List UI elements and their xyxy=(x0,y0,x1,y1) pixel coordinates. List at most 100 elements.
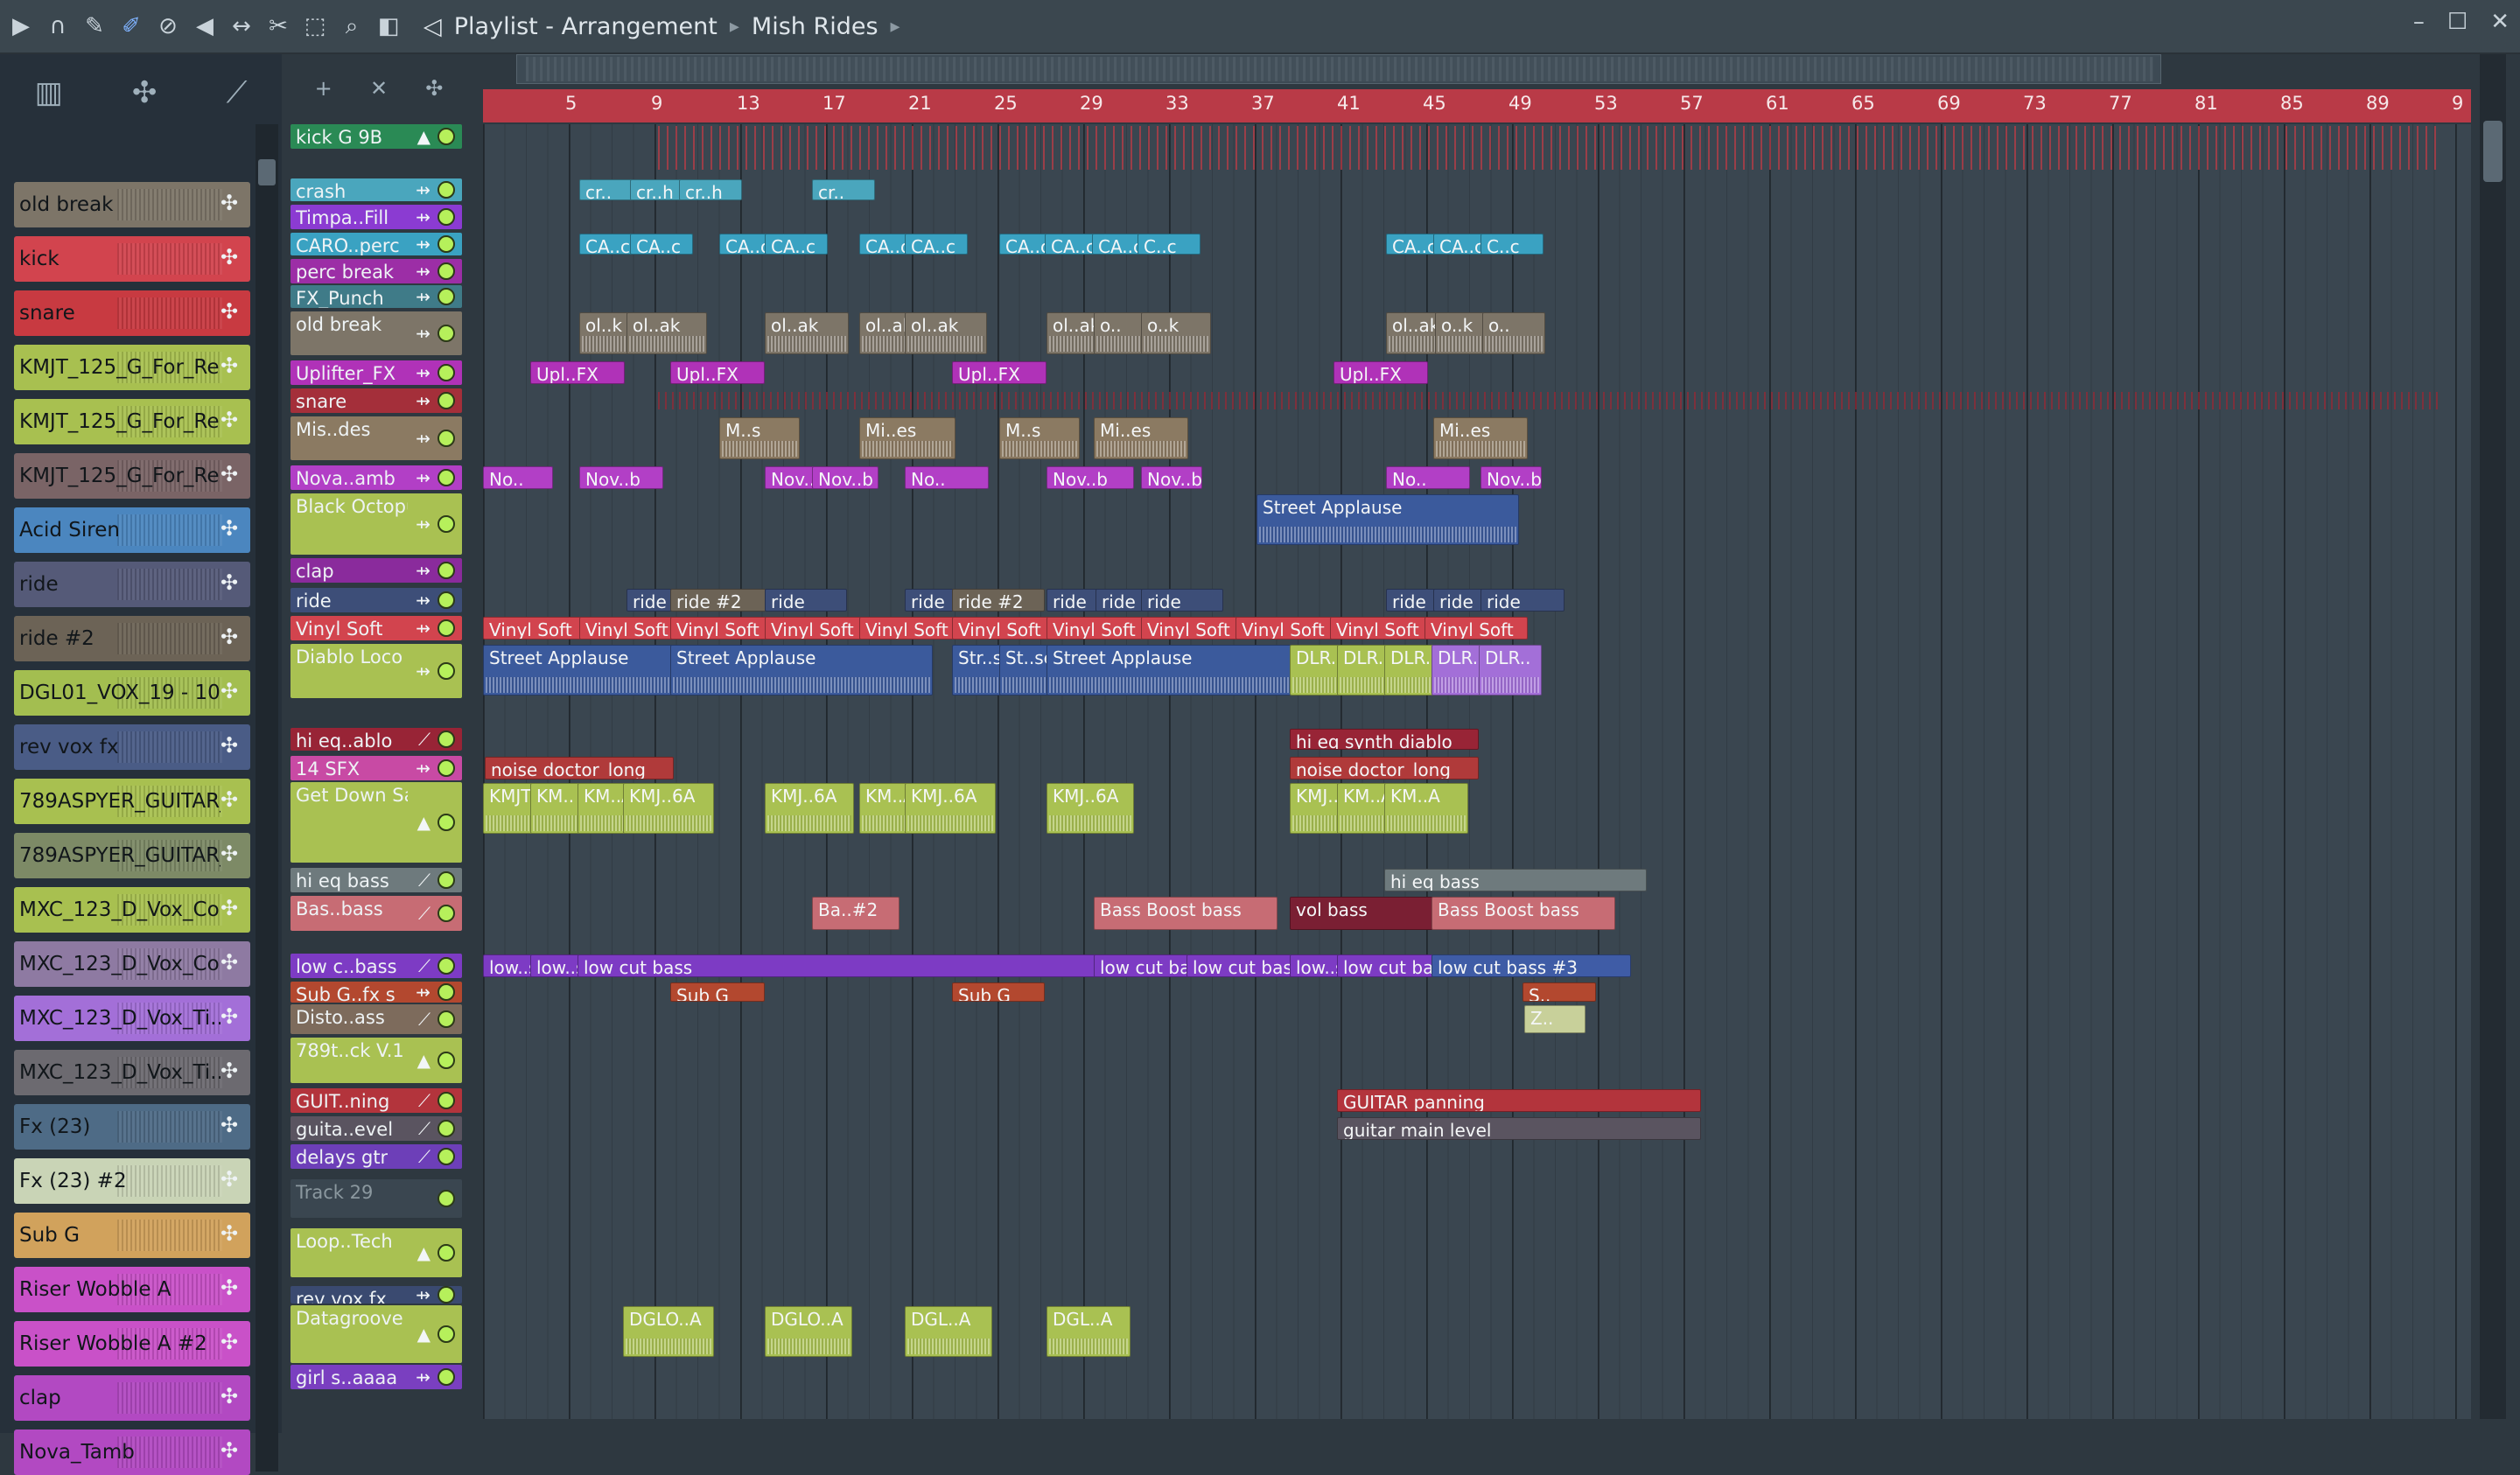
playlist-clip[interactable]: Sub G xyxy=(670,982,765,1002)
track-header[interactable]: CARO..perc ⇸ xyxy=(290,233,462,255)
playlist-clip[interactable]: Nov..b xyxy=(812,466,878,489)
playlist-clip[interactable]: DGLO..A xyxy=(623,1306,714,1357)
drag-handle-icon[interactable]: ✣ xyxy=(220,950,245,975)
track-header[interactable]: perc break ⇸ xyxy=(290,259,462,283)
track-header[interactable]: FX_Punch ⇸ xyxy=(290,285,462,308)
playlist-clip[interactable]: DGLO..A xyxy=(765,1306,852,1357)
arrangement-overview[interactable] xyxy=(516,54,2161,84)
track-header[interactable]: hi eq..ablo ⟋ xyxy=(290,728,462,751)
track-type-icon[interactable]: ⇸ xyxy=(416,661,430,682)
playlist-clip[interactable]: C..c xyxy=(1138,234,1200,255)
picker-item[interactable]: kick ✣ xyxy=(14,236,250,282)
track-header[interactable]: delays gtr ⟋ xyxy=(290,1144,462,1169)
track-type-icon[interactable]: ⇸ xyxy=(416,982,430,1003)
track-header[interactable]: Uplifter_FX ⇸ xyxy=(290,360,462,385)
drag-handle-icon[interactable]: ✣ xyxy=(220,516,245,541)
playlist-clip[interactable]: ol..ak xyxy=(765,312,849,354)
track-type-icon[interactable]: ⟋ xyxy=(418,955,430,976)
piano-icon[interactable]: ▥ xyxy=(35,75,63,110)
playlist-clip[interactable]: M..s xyxy=(999,417,1080,459)
picker-scrollbar[interactable] xyxy=(256,124,278,1472)
track-mute-toggle[interactable] xyxy=(438,1092,455,1109)
picker-item[interactable]: Fx (23) #2 ✣ xyxy=(14,1158,250,1204)
playlist-clip[interactable]: Nov..b xyxy=(579,466,663,489)
drag-handle-icon[interactable]: ✣ xyxy=(220,299,245,324)
maximize-button[interactable]: ☐ xyxy=(2447,9,2468,35)
track-header[interactable]: Track 29 xyxy=(290,1179,462,1218)
playlist-clip[interactable]: No.. xyxy=(483,466,553,489)
playlist-clip[interactable]: Nov..b xyxy=(1141,466,1202,489)
track-type-icon[interactable]: ⇸ xyxy=(416,286,430,307)
playlist-clip[interactable]: low cut bass xyxy=(578,954,1097,977)
playlist-clip[interactable]: o.. xyxy=(1482,312,1545,354)
playlist-clip[interactable]: KMJ..6A xyxy=(905,783,996,834)
picker-item[interactable]: clap ✣ xyxy=(14,1375,250,1421)
track-mute-toggle[interactable] xyxy=(438,128,455,145)
slice-icon[interactable]: ✂ xyxy=(262,10,294,42)
picker-item[interactable]: rev vox fx ✣ xyxy=(14,724,250,770)
drag-handle-icon[interactable]: ✣ xyxy=(220,1004,245,1029)
track-mute-toggle[interactable] xyxy=(438,515,455,533)
playlist-clip[interactable]: ride xyxy=(765,589,847,612)
playlist-clip[interactable]: guitar main level xyxy=(1337,1117,1701,1140)
track-mute-toggle[interactable] xyxy=(438,983,455,1001)
drag-handle-icon[interactable]: ✣ xyxy=(220,1330,245,1354)
picker-item[interactable]: old break ✣ xyxy=(14,182,250,227)
playlist-clip[interactable]: No.. xyxy=(905,466,989,489)
track-mute-toggle[interactable] xyxy=(438,364,455,381)
track-mute-toggle[interactable] xyxy=(438,1244,455,1262)
zoom-icon[interactable]: ⌕ xyxy=(336,10,368,42)
drag-handle-icon[interactable]: ✣ xyxy=(220,1221,245,1246)
drag-handle-icon[interactable]: ✣ xyxy=(220,842,245,866)
track-header[interactable]: Sub G..fx s ⇸ xyxy=(290,982,462,1003)
drag-handle-icon[interactable]: ✣ xyxy=(220,1276,245,1300)
track-header[interactable]: Black Octopus S.. ⇸ xyxy=(290,493,462,555)
picker-item[interactable]: KMJT_125_G_For_Re.. ✣ xyxy=(14,453,250,499)
track-type-icon[interactable]: ▲ xyxy=(417,812,430,833)
picker-item[interactable]: Sub G ✣ xyxy=(14,1213,250,1258)
drag-handle-icon[interactable]: ✣ xyxy=(220,1059,245,1083)
drag-handle-icon[interactable]: ✣ xyxy=(220,462,245,486)
playlist-clip[interactable]: ol..ak xyxy=(626,312,707,354)
playlist-clip[interactable]: GUITAR panning xyxy=(1337,1089,1701,1112)
drag-handle-icon[interactable]: ✣ xyxy=(220,1167,245,1192)
picker-item[interactable]: KMJT_125_G_For_Re.. ✣ xyxy=(14,345,250,390)
track-type-icon[interactable]: ⇸ xyxy=(416,428,430,449)
drag-handle-icon[interactable]: ✣ xyxy=(220,353,245,378)
track-header[interactable]: Bas..bass ⟋ xyxy=(290,896,462,931)
track-header[interactable]: clap ⇸ xyxy=(290,558,462,583)
track-type-icon[interactable]: ⇸ xyxy=(416,618,430,639)
playlist-clip[interactable]: ride xyxy=(1141,589,1223,612)
playlist-clip[interactable]: hi eq bass xyxy=(1384,869,1647,891)
playlist-clip[interactable]: ride xyxy=(1480,589,1564,612)
track-header[interactable]: guita..evel ⟋ xyxy=(290,1116,462,1141)
playlist-clip[interactable]: ride #2 xyxy=(670,589,766,612)
add-track-icon[interactable]: + xyxy=(315,76,332,101)
playlist-clip[interactable]: hi eq synth diablo xyxy=(1290,729,1479,750)
playlist-clip[interactable]: DGL..A xyxy=(905,1306,992,1357)
playlist-clip[interactable]: S.. xyxy=(1522,982,1596,1002)
track-type-icon[interactable]: ⇸ xyxy=(416,390,430,411)
track-mute-toggle[interactable] xyxy=(438,619,455,637)
play-icon[interactable]: ▶ xyxy=(5,10,37,42)
track-mute-toggle[interactable] xyxy=(438,562,455,579)
slip-icon[interactable]: ↔ xyxy=(226,10,257,42)
playlist-clip[interactable]: ride #2 xyxy=(952,589,1045,612)
picker-item[interactable]: MXC_123_D_Vox_Co.. ✣ xyxy=(14,941,250,987)
track-type-icon[interactable]: ▲ xyxy=(417,1242,430,1263)
playlist-clip[interactable]: Z.. xyxy=(1524,1005,1586,1033)
track-header[interactable]: Vinyl Soft ⇸ xyxy=(290,616,462,640)
drag-handle-icon[interactable]: ✣ xyxy=(220,896,245,920)
remove-track-icon[interactable]: ✕ xyxy=(370,76,388,101)
playlist-clip[interactable]: Vinyl Soft xyxy=(1424,617,1528,640)
picker-item[interactable]: Riser Wobble A ✣ xyxy=(14,1267,250,1312)
picker-item[interactable]: Nova_Tamb ✣ xyxy=(14,1430,250,1475)
track-type-icon[interactable]: ⇸ xyxy=(416,261,430,282)
overview-window[interactable] xyxy=(526,57,2153,81)
playlist-clip[interactable]: M..s xyxy=(719,417,800,459)
track-type-icon[interactable]: ⟋ xyxy=(418,870,430,891)
track-mute-toggle[interactable] xyxy=(438,262,455,280)
playlist-clip[interactable]: Street Applause xyxy=(1256,494,1519,545)
track-header[interactable]: old break ⇸ xyxy=(290,311,462,355)
track-header[interactable]: Nova..amb ⇸ xyxy=(290,465,462,490)
